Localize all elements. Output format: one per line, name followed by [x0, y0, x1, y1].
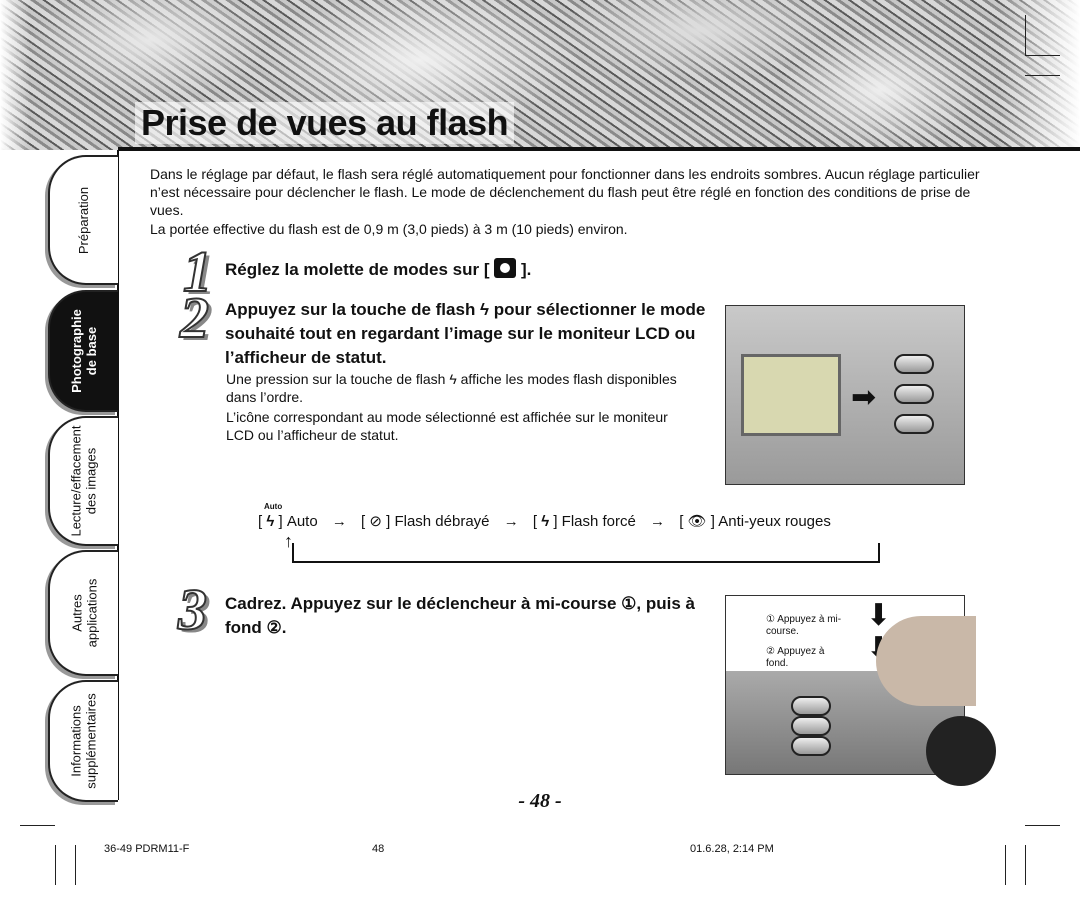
footer-center: 48 — [372, 843, 385, 855]
button — [894, 384, 934, 404]
step-2-title: Appuyez sur la touche de flash ϟ pour sé… — [225, 300, 706, 367]
tab-label: Informations supplémentaires — [69, 693, 100, 789]
step-2-body: Une pression sur la touche de flash ϟ af… — [226, 371, 677, 405]
button — [791, 696, 831, 716]
arrow-icon: → — [331, 513, 347, 530]
footer-right: 01.6.28, 2:14 PM — [690, 843, 774, 855]
arrow-icon: → — [503, 513, 519, 530]
auto-badge: Auto — [264, 502, 283, 511]
button — [791, 736, 831, 756]
arrow-icon: → — [650, 513, 666, 530]
tab-informations[interactable]: Informations supplémentaires — [48, 680, 118, 802]
crop-mark — [75, 845, 76, 885]
tab-lecture-effacement[interactable]: Lecture/effacement des images — [48, 416, 118, 546]
step-number: 2 — [179, 284, 210, 351]
cycle-return-line — [292, 543, 880, 563]
callout-half-press: ① Appuyez à mi-course. — [766, 614, 842, 637]
flash-mode-sequence: Auto [ ϟ ] Auto → [ ⊘ ] Flash débrayé → … — [258, 502, 831, 530]
crop-mark — [1025, 55, 1060, 56]
mode-label: Auto — [286, 513, 318, 530]
red-eye-icon: 👁 — [687, 513, 707, 530]
step-text: ]. — [520, 260, 532, 279]
mode-dial — [926, 716, 996, 786]
arrow-right-icon: ➡ — [851, 381, 877, 414]
title-rule — [118, 147, 1080, 151]
flash-range-text: La portée effective du flash est de 0,9 … — [150, 221, 628, 237]
camera-icon — [494, 258, 517, 278]
flash-auto-icon: ϟ — [266, 513, 275, 530]
tab-preparation[interactable]: Préparation — [48, 155, 118, 285]
arrow-up-icon: ↑ — [284, 531, 293, 551]
crop-mark — [55, 845, 56, 885]
crop-mark — [1025, 845, 1026, 885]
callout-full-press: ② Appuyez à fond. — [766, 646, 825, 669]
step-1-title: Réglez la molette de modes sur [ ]. — [225, 258, 531, 282]
tab-label: Autres applications — [69, 578, 99, 648]
button — [894, 354, 934, 374]
footer-left: 36-49 PDRM11-F — [104, 843, 190, 855]
mode-label: Flash débrayé — [394, 513, 490, 530]
tab-photographie-de-base[interactable]: Photographie de base — [48, 290, 118, 412]
crop-mark — [20, 825, 55, 826]
step-text: Réglez la molette de modes sur [ — [225, 260, 490, 279]
mode-label: Anti-yeux rouges — [718, 513, 831, 530]
flash-forced-icon: ϟ — [541, 513, 550, 530]
crop-mark — [1025, 825, 1060, 826]
crop-mark — [1005, 845, 1006, 885]
camera-buttons-photo: ➡ — [725, 305, 965, 485]
crop-mark — [1025, 15, 1026, 55]
step-2-body: L’icône correspondant au mode sélectionn… — [226, 409, 668, 443]
mode-label: Flash forcé — [561, 513, 636, 530]
flash-off-icon: ⊘ — [369, 513, 382, 530]
button — [894, 414, 934, 434]
lcd-screen — [741, 354, 841, 436]
page-number: - 48 - — [518, 790, 562, 812]
crop-mark — [1025, 75, 1060, 76]
tab-label: Photographie de base — [69, 309, 99, 393]
tab-label: Lecture/effacement des images — [69, 425, 99, 537]
shutter-press-photo: ① Appuyez à mi-course. ② Appuyez à fond.… — [725, 595, 996, 786]
button — [791, 716, 831, 736]
intro-paragraph: Dans le réglage par défaut, le flash ser… — [150, 166, 980, 218]
step-number: 3 — [177, 576, 208, 643]
arrow-down-icon: ⬇ — [866, 599, 892, 632]
finger — [876, 616, 976, 706]
tab-label: Préparation — [76, 186, 92, 254]
tab-autres-applications[interactable]: Autres applications — [48, 550, 118, 676]
step-3-title: Cadrez. Appuyez sur le déclencheur à mi-… — [225, 594, 695, 637]
page-title: Prise de vues au flash — [135, 102, 515, 144]
